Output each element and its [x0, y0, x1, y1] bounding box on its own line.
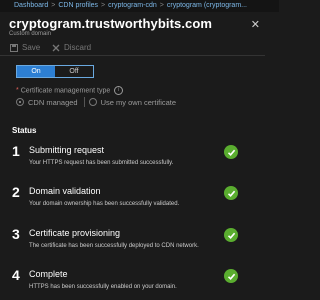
- step-description: Your domain ownership has been successfu…: [29, 201, 180, 207]
- cert-type-radio-group: CDN managed Use my own certificate: [16, 97, 176, 107]
- discard-label: Discard: [64, 43, 92, 52]
- command-bar: Save Discard: [0, 41, 265, 56]
- step-description: HTTPS has been successfully enabled on y…: [29, 284, 177, 290]
- step-number: 4: [12, 267, 20, 283]
- save-icon: [10, 43, 18, 52]
- status-step: 4 Complete HTTPS has been successfully e…: [12, 267, 262, 295]
- breadcrumb-dashboard[interactable]: Dashboard: [14, 2, 48, 9]
- https-toggle[interactable]: On Off: [16, 65, 94, 78]
- breadcrumb-separator: >: [101, 2, 106, 9]
- save-button[interactable]: Save: [10, 43, 40, 52]
- breadcrumb: Dashboard > CDN profiles > cryptogram-cdn > cr…: [0, 0, 279, 12]
- success-check-icon: [224, 145, 238, 159]
- blade-title: cryptogram.trustworthybits.com: [9, 16, 213, 31]
- step-number: 3: [12, 226, 20, 242]
- status-step: 1 Submitting request Your HTTPS request …: [12, 143, 262, 171]
- step-description: Your HTTPS request has been submitted su…: [29, 160, 174, 166]
- discard-button[interactable]: Discard: [52, 43, 91, 52]
- blade-subtitle: Custom domain: [9, 31, 52, 37]
- cert-type-label: * Certificate management type i: [16, 86, 124, 95]
- step-title: Submitting request: [29, 145, 105, 155]
- save-label: Save: [22, 43, 41, 52]
- radio-cdn-managed-label[interactable]: CDN managed: [28, 98, 78, 107]
- radio-own-certificate[interactable]: [88, 98, 97, 106]
- breadcrumb-cdn-profile[interactable]: cryptogram-cdn: [108, 2, 157, 9]
- success-check-icon: [224, 269, 238, 283]
- step-title: Certificate provisioning: [29, 228, 121, 238]
- status-step: 2 Domain validation Your domain ownershi…: [12, 184, 262, 212]
- step-title: Complete: [29, 269, 68, 279]
- step-number: 2: [12, 184, 20, 200]
- breadcrumb-separator: >: [51, 2, 56, 9]
- cert-type-label-text: Certificate management type: [20, 87, 111, 95]
- status-step: 3 Certificate provisioning The certifica…: [12, 226, 262, 254]
- breadcrumb-endpoint[interactable]: cryptogram (cryptogram...: [167, 2, 247, 9]
- step-title: Domain validation: [29, 186, 101, 196]
- radio-divider: [83, 97, 85, 107]
- success-check-icon: [224, 228, 238, 242]
- https-label-cropped: [16, 59, 136, 63]
- radio-cdn-managed[interactable]: [16, 98, 24, 106]
- toggle-off-option[interactable]: Off: [55, 66, 93, 77]
- success-check-icon: [224, 186, 238, 200]
- step-description: The certificate has been successfully de…: [29, 243, 199, 249]
- toggle-on-option[interactable]: On: [17, 66, 55, 77]
- radio-own-certificate-label[interactable]: Use my own certificate: [101, 98, 176, 107]
- breadcrumb-cdn-profiles[interactable]: CDN profiles: [58, 2, 98, 9]
- discard-icon: [52, 44, 60, 51]
- required-icon: *: [16, 87, 19, 95]
- close-icon[interactable]: ✕: [251, 18, 260, 31]
- status-heading: Status: [12, 126, 37, 135]
- step-number: 1: [12, 143, 20, 159]
- breadcrumb-separator: >: [159, 2, 164, 9]
- info-icon[interactable]: i: [114, 86, 124, 95]
